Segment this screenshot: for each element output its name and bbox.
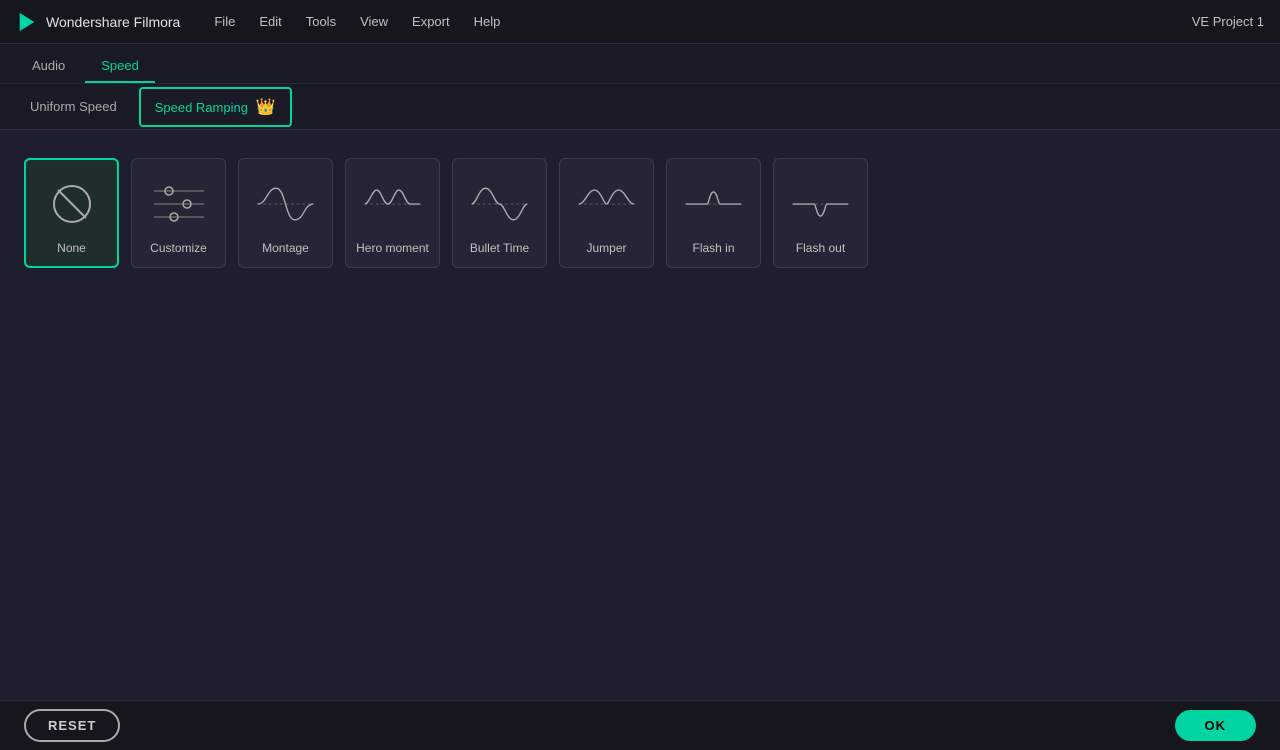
project-name: VE Project 1 [1192, 14, 1264, 29]
flash-in-card-icon [681, 172, 746, 237]
none-card-icon [39, 172, 104, 237]
app-name: Wondershare Filmora [46, 14, 180, 30]
flash-in-icon [681, 177, 746, 232]
speed-card-flash-out[interactable]: Flash out [773, 158, 868, 268]
customize-label: Customize [150, 241, 207, 255]
subtab-bar: Uniform Speed Speed Ramping 👑 [0, 84, 1280, 130]
customize-card-icon [146, 172, 211, 237]
flash-out-icon [788, 177, 853, 232]
menu-tools[interactable]: Tools [296, 10, 346, 33]
speed-card-montage[interactable]: Montage [238, 158, 333, 268]
speed-card-hero-moment[interactable]: Hero moment [345, 158, 440, 268]
tab-bar: Audio Speed [0, 44, 1280, 84]
speed-card-none[interactable]: None [24, 158, 119, 268]
subtab-speed-ramping[interactable]: Speed Ramping 👑 [139, 87, 292, 127]
jumper-label: Jumper [586, 241, 626, 255]
montage-label: Montage [262, 241, 309, 255]
montage-card-icon [253, 172, 318, 237]
crown-icon: 👑 [256, 99, 276, 116]
none-label: None [57, 241, 86, 255]
speed-card-customize[interactable]: Customize [131, 158, 226, 268]
menu-file[interactable]: File [204, 10, 245, 33]
none-icon [50, 182, 94, 226]
speed-card-flash-in[interactable]: Flash in [666, 158, 761, 268]
customize-icon [149, 179, 209, 229]
menu-edit[interactable]: Edit [249, 10, 291, 33]
hero-moment-label: Hero moment [356, 241, 429, 255]
filmora-logo-icon [16, 11, 38, 33]
bullet-time-card-icon [467, 172, 532, 237]
hero-moment-card-icon [360, 172, 425, 237]
subtab-uniform-speed[interactable]: Uniform Speed [16, 91, 131, 122]
app-logo: Wondershare Filmora [16, 11, 180, 33]
menu-help[interactable]: Help [464, 10, 511, 33]
speed-card-bullet-time[interactable]: Bullet Time [452, 158, 547, 268]
speed-card-jumper[interactable]: Jumper [559, 158, 654, 268]
reset-button[interactable]: RESET [24, 709, 120, 742]
bullet-time-icon [467, 177, 532, 232]
main-content: None Customize [0, 130, 1280, 296]
montage-icon [253, 177, 318, 232]
ok-button[interactable]: OK [1175, 710, 1257, 741]
bullet-time-label: Bullet Time [470, 241, 529, 255]
bottom-bar: RESET OK [0, 700, 1280, 750]
tab-audio[interactable]: Audio [16, 50, 81, 83]
speed-cards-grid: None Customize [24, 150, 1256, 276]
menu-bar: File Edit Tools View Export Help [204, 10, 1191, 33]
jumper-icon [574, 177, 639, 232]
tab-speed[interactable]: Speed [85, 50, 155, 83]
menu-view[interactable]: View [350, 10, 398, 33]
flash-in-label: Flash in [692, 241, 734, 255]
flash-out-label: Flash out [796, 241, 845, 255]
flash-out-card-icon [788, 172, 853, 237]
menu-export[interactable]: Export [402, 10, 460, 33]
jumper-card-icon [574, 172, 639, 237]
hero-moment-icon [360, 177, 425, 232]
topbar: Wondershare Filmora File Edit Tools View… [0, 0, 1280, 44]
